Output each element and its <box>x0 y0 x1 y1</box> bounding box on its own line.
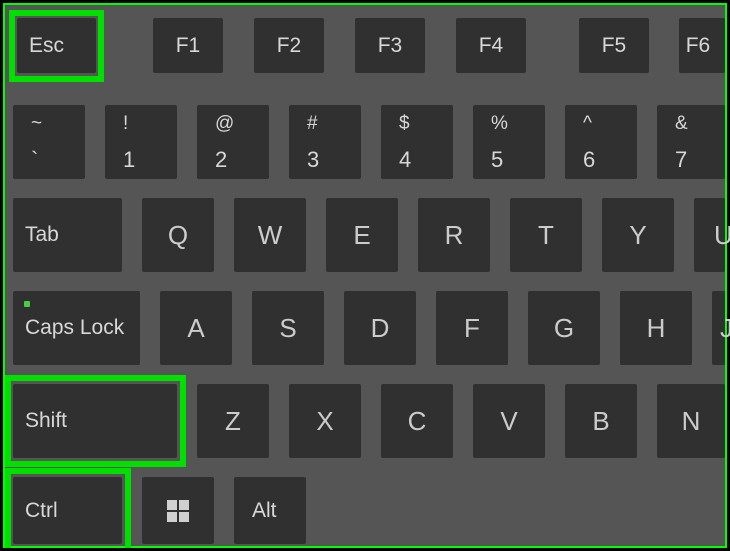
key-x[interactable]: X <box>289 384 361 458</box>
key-e[interactable]: E <box>326 198 398 272</box>
key-label: Alt <box>252 499 277 523</box>
key-label: D <box>371 313 390 344</box>
key-label: Caps Lock <box>25 316 124 340</box>
key-capslock[interactable]: Caps Lock <box>13 291 140 365</box>
key-c[interactable]: C <box>381 384 453 458</box>
key-upper: # <box>307 113 318 135</box>
key-label: N <box>682 406 701 437</box>
key-label: F2 <box>277 34 302 58</box>
key-r[interactable]: R <box>418 198 490 272</box>
key-z[interactable]: Z <box>197 384 269 458</box>
onscreen-keyboard: Esc F1 F2 F3 F4 F5 F6 ~` !1 @2 #3 $4 %5 … <box>5 5 725 546</box>
key-4[interactable]: $4 <box>381 105 453 179</box>
key-esc[interactable]: Esc <box>17 18 96 73</box>
key-upper: @ <box>215 113 234 135</box>
key-label: C <box>408 406 427 437</box>
key-label: F1 <box>176 34 201 58</box>
key-label: Z <box>225 406 241 437</box>
key-label: X <box>316 406 333 437</box>
key-label: F <box>464 313 480 344</box>
key-j[interactable]: J <box>712 291 725 365</box>
key-ctrl[interactable]: Ctrl <box>13 477 122 544</box>
capslock-led-icon <box>24 301 30 307</box>
key-lower: 5 <box>491 147 503 171</box>
key-f4[interactable]: F4 <box>456 18 526 73</box>
key-label: J <box>720 313 730 344</box>
key-y[interactable]: Y <box>602 198 674 272</box>
key-label: V <box>500 406 517 437</box>
key-f6[interactable]: F6 <box>679 18 725 73</box>
key-label: B <box>592 406 609 437</box>
key-h[interactable]: H <box>620 291 692 365</box>
key-6[interactable]: ^6 <box>565 105 637 179</box>
key-b[interactable]: B <box>565 384 637 458</box>
key-f5[interactable]: F5 <box>579 18 649 73</box>
key-g[interactable]: G <box>528 291 600 365</box>
key-label: S <box>279 313 296 344</box>
key-label: T <box>538 220 554 251</box>
keyboard-frame: Esc F1 F2 F3 F4 F5 F6 ~` !1 @2 #3 $4 %5 … <box>3 3 727 548</box>
key-1[interactable]: !1 <box>105 105 177 179</box>
key-f3[interactable]: F3 <box>355 18 425 73</box>
key-label: A <box>187 313 204 344</box>
key-label: W <box>258 220 283 251</box>
key-upper: % <box>491 113 508 135</box>
key-label: F5 <box>602 34 627 58</box>
key-n[interactable]: N <box>657 384 725 458</box>
key-3[interactable]: #3 <box>289 105 361 179</box>
key-u[interactable]: U <box>694 198 725 272</box>
key-label: F6 <box>686 34 711 58</box>
key-lower: 4 <box>399 147 411 171</box>
key-f2[interactable]: F2 <box>254 18 324 73</box>
key-label: R <box>445 220 464 251</box>
key-upper: ~ <box>31 113 42 135</box>
key-upper: ^ <box>583 113 592 135</box>
windows-icon <box>167 500 189 522</box>
key-5[interactable]: %5 <box>473 105 545 179</box>
key-label: Esc <box>29 34 64 58</box>
key-label: Shift <box>25 409 67 433</box>
key-label: Y <box>629 220 646 251</box>
key-f1[interactable]: F1 <box>153 18 223 73</box>
key-upper: & <box>675 113 688 135</box>
key-lower: ` <box>31 147 38 171</box>
key-v[interactable]: V <box>473 384 545 458</box>
key-q[interactable]: Q <box>142 198 214 272</box>
key-label: Tab <box>25 223 59 247</box>
key-label: E <box>353 220 370 251</box>
key-upper: $ <box>399 113 410 135</box>
key-lower: 3 <box>307 147 319 171</box>
key-label: Q <box>168 220 188 251</box>
key-a[interactable]: A <box>160 291 232 365</box>
key-shift[interactable]: Shift <box>13 384 177 458</box>
key-lower: 7 <box>675 147 687 171</box>
key-windows[interactable] <box>142 477 214 544</box>
key-label: U <box>714 220 730 251</box>
key-t[interactable]: T <box>510 198 582 272</box>
key-d[interactable]: D <box>344 291 416 365</box>
key-2[interactable]: @2 <box>197 105 269 179</box>
key-w[interactable]: W <box>234 198 306 272</box>
key-label: G <box>554 313 574 344</box>
key-lower: 6 <box>583 147 595 171</box>
key-upper: ! <box>123 113 128 135</box>
key-lower: 2 <box>215 147 227 171</box>
key-label: Ctrl <box>25 499 58 523</box>
key-label: F3 <box>378 34 403 58</box>
key-backtick[interactable]: ~` <box>13 105 85 179</box>
key-label: H <box>647 313 666 344</box>
key-label: F4 <box>479 34 504 58</box>
key-tab[interactable]: Tab <box>13 198 122 272</box>
key-alt[interactable]: Alt <box>234 477 306 544</box>
key-f[interactable]: F <box>436 291 508 365</box>
key-s[interactable]: S <box>252 291 324 365</box>
key-lower: 1 <box>123 147 135 171</box>
key-7[interactable]: &7 <box>657 105 725 179</box>
